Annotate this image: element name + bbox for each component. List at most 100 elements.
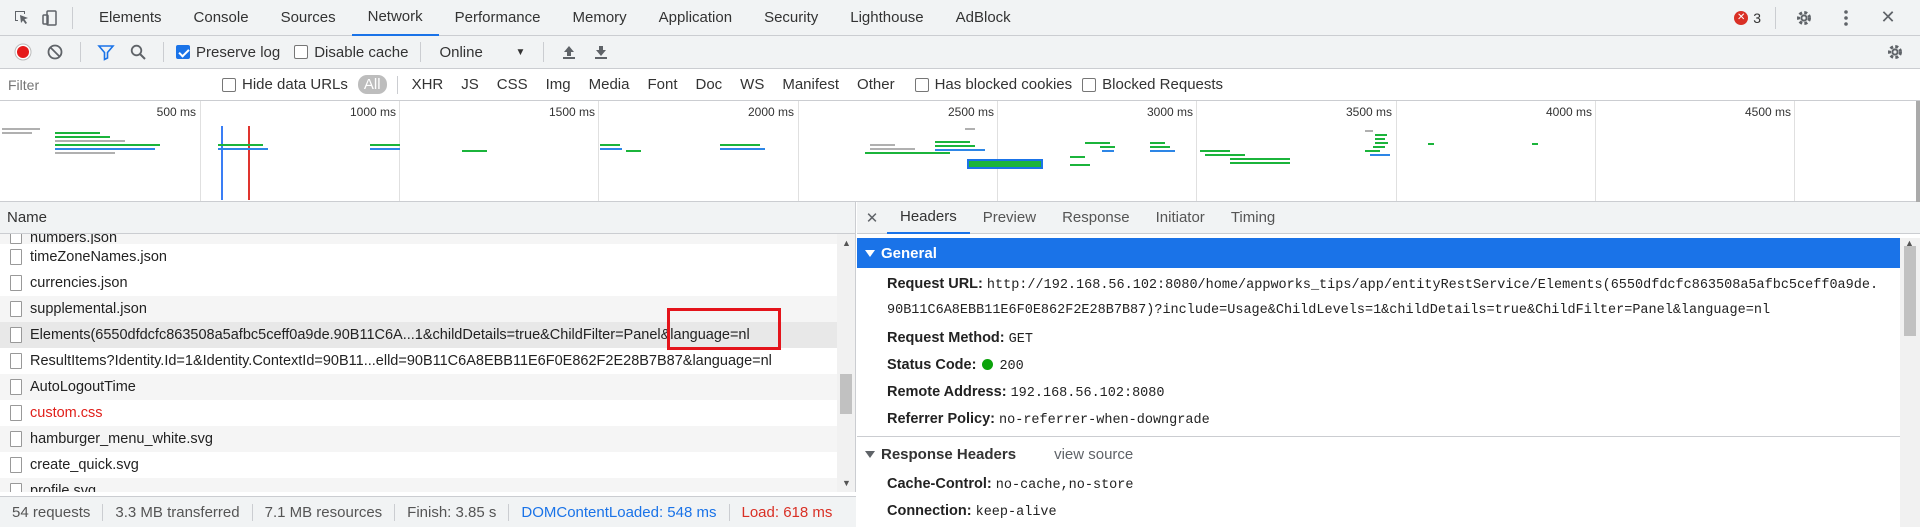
table-row[interactable]: hamburger_menu_white.svg [0, 426, 838, 452]
disable-cache-checkbox[interactable]: Disable cache [294, 44, 408, 61]
checkbox-unchecked[interactable] [1082, 77, 1097, 92]
general-section-header[interactable]: General [857, 238, 1900, 268]
table-row-error[interactable]: custom.css [0, 400, 838, 426]
details-scrollbar[interactable]: ▲ [1900, 238, 1920, 527]
filter-input[interactable] [4, 73, 212, 96]
type-filter-js[interactable]: JS [457, 75, 483, 94]
tab-memory[interactable]: Memory [557, 0, 643, 36]
waterfall-bar [626, 150, 641, 152]
tab-response[interactable]: Response [1049, 202, 1143, 234]
tab-sources[interactable]: Sources [265, 0, 352, 36]
close-details-icon[interactable]: ✕ [857, 209, 887, 227]
file-icon [10, 431, 22, 447]
view-source-link[interactable]: view source [1054, 446, 1133, 463]
response-headers-section-header[interactable]: Response Headers view source [865, 446, 1133, 463]
type-filter-css[interactable]: CSS [493, 75, 532, 94]
more-options-icon[interactable] [1832, 4, 1860, 32]
table-row[interactable]: ResultItems?Identity.Id=1&Identity.Conte… [0, 348, 838, 374]
column-header-name[interactable]: Name [0, 202, 855, 234]
timeline-gridline [399, 101, 400, 201]
tab-network[interactable]: Network [351, 0, 439, 36]
tab-application[interactable]: Application [643, 0, 748, 36]
clear-icon[interactable] [42, 39, 68, 65]
response-headers-title: Response Headers [881, 446, 1017, 463]
type-filter-doc[interactable]: Doc [691, 75, 726, 94]
error-count-badge[interactable]: ✕ 3 [1734, 10, 1761, 26]
scrollbar-thumb[interactable] [1904, 246, 1916, 336]
checkbox-checked[interactable] [176, 45, 190, 59]
waterfall-bar [1085, 142, 1110, 144]
table-row[interactable]: timeZoneNames.json [0, 244, 838, 270]
type-filter-ws[interactable]: WS [736, 75, 768, 94]
tab-timing[interactable]: Timing [1218, 202, 1288, 234]
table-row[interactable]: currencies.json [0, 270, 838, 296]
checkbox-unchecked[interactable] [222, 77, 236, 92]
device-toolbar-icon[interactable] [36, 4, 64, 32]
close-devtools-icon[interactable]: ✕ [1874, 4, 1902, 32]
scroll-down-arrow-icon[interactable]: ▼ [842, 478, 851, 488]
checkbox-unchecked[interactable] [294, 45, 309, 59]
chevron-down-icon: ▼ [515, 46, 526, 58]
tab-performance[interactable]: Performance [439, 0, 557, 36]
waterfall-bar [1100, 146, 1115, 148]
request-list-scrollbar[interactable]: ▲ ▼ [837, 234, 855, 492]
tab-headers[interactable]: Headers [887, 202, 970, 234]
throttling-select[interactable]: Online ▼ [433, 44, 531, 61]
search-icon[interactable] [125, 39, 151, 65]
filter-icon[interactable] [93, 39, 119, 65]
waterfall-bar [55, 132, 100, 134]
tab-lighthouse[interactable]: Lighthouse [834, 0, 939, 36]
waterfall-bar [55, 144, 160, 146]
waterfall-bar [370, 144, 400, 146]
import-har-icon[interactable] [556, 39, 582, 65]
waterfall-bar [1205, 154, 1245, 156]
network-settings-gear-icon[interactable] [1882, 39, 1908, 65]
has-blocked-cookies-checkbox[interactable]: Has blocked cookies [914, 76, 1072, 93]
tab-console[interactable]: Console [178, 0, 265, 36]
type-filter-xhr[interactable]: XHR [408, 75, 448, 94]
table-row[interactable]: create_quick.svg [0, 452, 838, 478]
waterfall-bar [1373, 146, 1385, 148]
network-overview-timeline[interactable]: 500 ms 1000 ms 1500 ms 2000 ms 2500 ms 3… [0, 101, 1920, 202]
tab-security[interactable]: Security [748, 0, 834, 36]
settings-gear-icon[interactable] [1790, 4, 1818, 32]
export-har-icon[interactable] [588, 39, 614, 65]
tab-elements[interactable]: Elements [83, 0, 178, 36]
tab-preview[interactable]: Preview [970, 202, 1049, 234]
scrollbar-thumb[interactable] [840, 374, 852, 414]
type-filter-media[interactable]: Media [585, 75, 634, 94]
scroll-up-arrow-icon[interactable]: ▲ [842, 238, 851, 248]
timeline-tick-label: 4000 ms [1545, 105, 1592, 119]
record-icon[interactable] [10, 39, 36, 65]
general-title: General [881, 244, 937, 262]
type-filter-manifest[interactable]: Manifest [778, 75, 843, 94]
blocked-requests-checkbox[interactable]: Blocked Requests [1082, 76, 1223, 93]
timeline-tick-label: 2000 ms [747, 105, 794, 119]
blocked-requests-label: Blocked Requests [1102, 76, 1224, 93]
type-filter-img[interactable]: Img [542, 75, 575, 94]
divider [1775, 6, 1776, 29]
type-filter-other[interactable]: Other [853, 75, 899, 94]
tab-adblock[interactable]: AdBlock [940, 0, 1027, 36]
type-filter-all[interactable]: All [357, 75, 387, 94]
cache-control-label: Cache-Control: [887, 476, 992, 492]
overview-scrollbar[interactable] [1916, 101, 1920, 202]
preserve-log-checkbox[interactable]: Preserve log [176, 44, 280, 61]
table-row[interactable]: profile.svg [0, 478, 838, 492]
hide-data-urls-checkbox[interactable]: Hide data URLs [222, 76, 348, 93]
section-divider [857, 436, 1900, 437]
waterfall-bar [1532, 143, 1538, 145]
waterfall-bar [1428, 143, 1434, 145]
checkbox-unchecked[interactable] [914, 77, 929, 92]
waterfall-bar [462, 150, 487, 152]
tab-initiator[interactable]: Initiator [1143, 202, 1218, 234]
table-row[interactable]: AutoLogoutTime [0, 374, 838, 400]
divider [543, 42, 545, 62]
request-method-value: GET [1008, 332, 1033, 347]
type-filter-font[interactable]: Font [643, 75, 681, 94]
request-name: create_quick.svg [30, 457, 139, 473]
inspect-element-icon[interactable] [8, 4, 36, 32]
timeline-gridline [1794, 101, 1795, 201]
request-name: profile.svg [30, 483, 97, 492]
table-row[interactable]: numbers.json [0, 234, 838, 244]
